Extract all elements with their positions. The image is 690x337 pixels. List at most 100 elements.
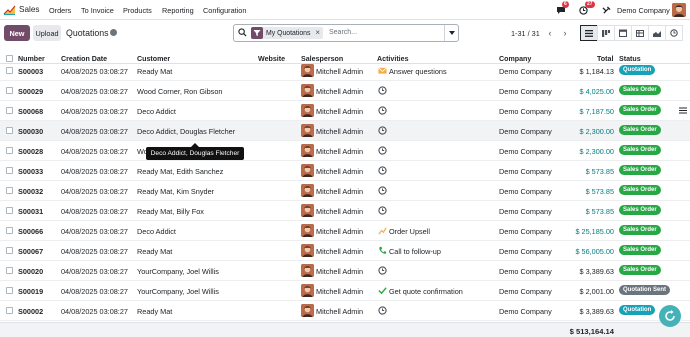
customer-name: Ready Mat, Edith Sanchez: [137, 167, 224, 176]
clock-icon[interactable]: [378, 266, 387, 275]
table-row[interactable]: S00032 04/08/2025 03:08:27 Ready Mat, Kim …: [0, 181, 690, 201]
pivot-view-button[interactable]: [631, 25, 649, 41]
customer-name: Deco Addict: [137, 227, 176, 236]
order-number: S00029: [18, 87, 44, 96]
filter-facet[interactable]: My Quotations ×: [251, 27, 323, 39]
messages-button[interactable]: 6: [556, 1, 570, 18]
table-row[interactable]: S00033 04/08/2025 03:08:27 Ready Mat, Edit…: [0, 161, 690, 181]
row-checkbox[interactable]: [6, 127, 13, 134]
table-row[interactable]: S00019 04/08/2025 03:08:27 YourCompany, Jo…: [0, 281, 690, 301]
customer-name: Wood Corner, Ron Gibson: [137, 87, 223, 96]
table-row[interactable]: S00028 04/08/2025 03:08:27 Wo Mitchell Admi…: [0, 141, 690, 161]
clock-icon[interactable]: [378, 146, 387, 155]
company-name: Demo Company: [499, 127, 552, 136]
order-number: S00031: [18, 207, 44, 216]
table-row[interactable]: S00029 04/08/2025 03:08:27 Wood Corner, Ro…: [0, 81, 690, 101]
table-row[interactable]: S00003 04/08/2025 03:08:27 Ready Mat Mitche…: [0, 61, 690, 81]
activities-button[interactable]: 27: [579, 1, 599, 18]
order-number: S00033: [18, 167, 44, 176]
order-total: $ 7,187.50: [579, 107, 615, 116]
view-switcher: [580, 25, 683, 41]
row-checkbox[interactable]: [6, 287, 13, 294]
company-switcher[interactable]: Demo Company: [617, 6, 670, 15]
clock-icon[interactable]: [378, 126, 387, 135]
activity-view-button[interactable]: [665, 25, 683, 41]
row-checkbox[interactable]: [6, 147, 13, 154]
table-row[interactable]: S00030 04/08/2025 03:08:27 Deco Addict, Do…: [0, 121, 690, 141]
order-number: S00067: [18, 247, 44, 256]
row-checkbox[interactable]: [6, 67, 13, 74]
clock-icon[interactable]: [378, 206, 387, 215]
row-checkbox[interactable]: [6, 87, 13, 94]
salesperson-avatar: [301, 164, 314, 177]
envelope-icon[interactable]: [378, 66, 387, 75]
row-checkbox[interactable]: [6, 107, 13, 114]
customer-name: Ready Mat, Billy Fox: [137, 207, 204, 216]
creation-date: 04/08/2025 03:08:27: [61, 267, 128, 276]
list-view-button[interactable]: [580, 25, 598, 41]
calendar-view-button[interactable]: [614, 25, 632, 41]
clock-icon[interactable]: [378, 306, 387, 315]
customer-name: Ready Mat: [137, 307, 173, 316]
check-icon[interactable]: [378, 286, 387, 295]
pager-value[interactable]: 1-31 / 31: [511, 29, 540, 38]
clock-icon[interactable]: [378, 106, 387, 115]
clock-icon[interactable]: [378, 186, 387, 195]
activity-summary[interactable]: Call to follow-up: [389, 247, 441, 256]
app-title[interactable]: Sales: [19, 5, 39, 14]
graph-view-button[interactable]: [648, 25, 666, 41]
search-input[interactable]: Search...: [329, 29, 357, 36]
gear-icon[interactable]: [110, 29, 117, 36]
pager-next-button[interactable]: ›: [559, 25, 571, 41]
table-row[interactable]: S00002 04/08/2025 03:08:27 Ready Mat Mitche…: [0, 301, 690, 321]
customer-name: YourCompany, Joel Willis: [137, 267, 219, 276]
livechat-button[interactable]: [659, 305, 681, 327]
table-row[interactable]: S00067 04/08/2025 03:08:27 Ready Mat Mitche…: [0, 241, 690, 261]
user-avatar[interactable]: [672, 3, 686, 17]
search-bar[interactable]: My Quotations × Search...: [233, 24, 459, 42]
order-number: S00019: [18, 287, 44, 296]
menu-orders[interactable]: Orders: [49, 6, 71, 15]
status-badge: Quotation: [619, 305, 656, 315]
row-checkbox[interactable]: [6, 247, 13, 254]
order-number: S00066: [18, 227, 44, 236]
row-checkbox[interactable]: [6, 207, 13, 214]
row-checkbox[interactable]: [6, 267, 13, 274]
row-checkbox[interactable]: [6, 227, 13, 234]
upload-button[interactable]: Upload: [33, 25, 61, 41]
kanban-view-button[interactable]: [597, 25, 615, 41]
new-button[interactable]: New: [4, 25, 30, 41]
remove-facet-icon[interactable]: ×: [315, 28, 320, 37]
status-badge: Quotation Sent: [619, 285, 670, 295]
activity-summary[interactable]: Get quote confirmation: [389, 287, 463, 296]
phone-icon[interactable]: [378, 246, 387, 255]
clock-icon[interactable]: [378, 86, 387, 95]
activity-summary[interactable]: Order Upsell: [389, 227, 430, 236]
order-number: S00002: [18, 307, 44, 316]
row-checkbox[interactable]: [6, 187, 13, 194]
company-name: Demo Company: [499, 207, 552, 216]
activity-summary[interactable]: Answer questions: [389, 67, 447, 76]
debug-tools-button[interactable]: [602, 2, 612, 18]
table-row[interactable]: S00068 04/08/2025 03:08:27 Deco Addict Mitc…: [0, 101, 690, 121]
row-checkbox[interactable]: [6, 167, 13, 174]
menu-reporting[interactable]: Reporting: [162, 6, 194, 15]
menu-to-invoice[interactable]: To Invoice: [81, 6, 114, 15]
pager-previous-button[interactable]: ‹: [544, 25, 556, 41]
upsell-chart-icon[interactable]: [378, 226, 387, 235]
table-row[interactable]: S00066 04/08/2025 03:08:27 Deco Addict Mitc…: [0, 221, 690, 241]
status-badge: Sales Order: [619, 185, 661, 195]
menu-products[interactable]: Products: [123, 6, 152, 15]
company-name: Demo Company: [499, 107, 552, 116]
clock-icon[interactable]: [378, 166, 387, 175]
sales-app-icon[interactable]: [3, 3, 16, 16]
table-row[interactable]: S00031 04/08/2025 03:08:27 Ready Mat, Bill…: [0, 201, 690, 221]
company-name: Demo Company: [499, 67, 552, 76]
menu-configuration[interactable]: Configuration: [203, 6, 246, 15]
table-row[interactable]: S00020 04/08/2025 03:08:27 YourCompany, Jo…: [0, 261, 690, 281]
status-badge: Sales Order: [619, 225, 661, 235]
clock-icon: [670, 29, 678, 37]
row-checkbox[interactable]: [6, 307, 13, 314]
search-options-toggle[interactable]: [444, 25, 458, 41]
table-footer: $ 513,164.14: [0, 322, 690, 337]
